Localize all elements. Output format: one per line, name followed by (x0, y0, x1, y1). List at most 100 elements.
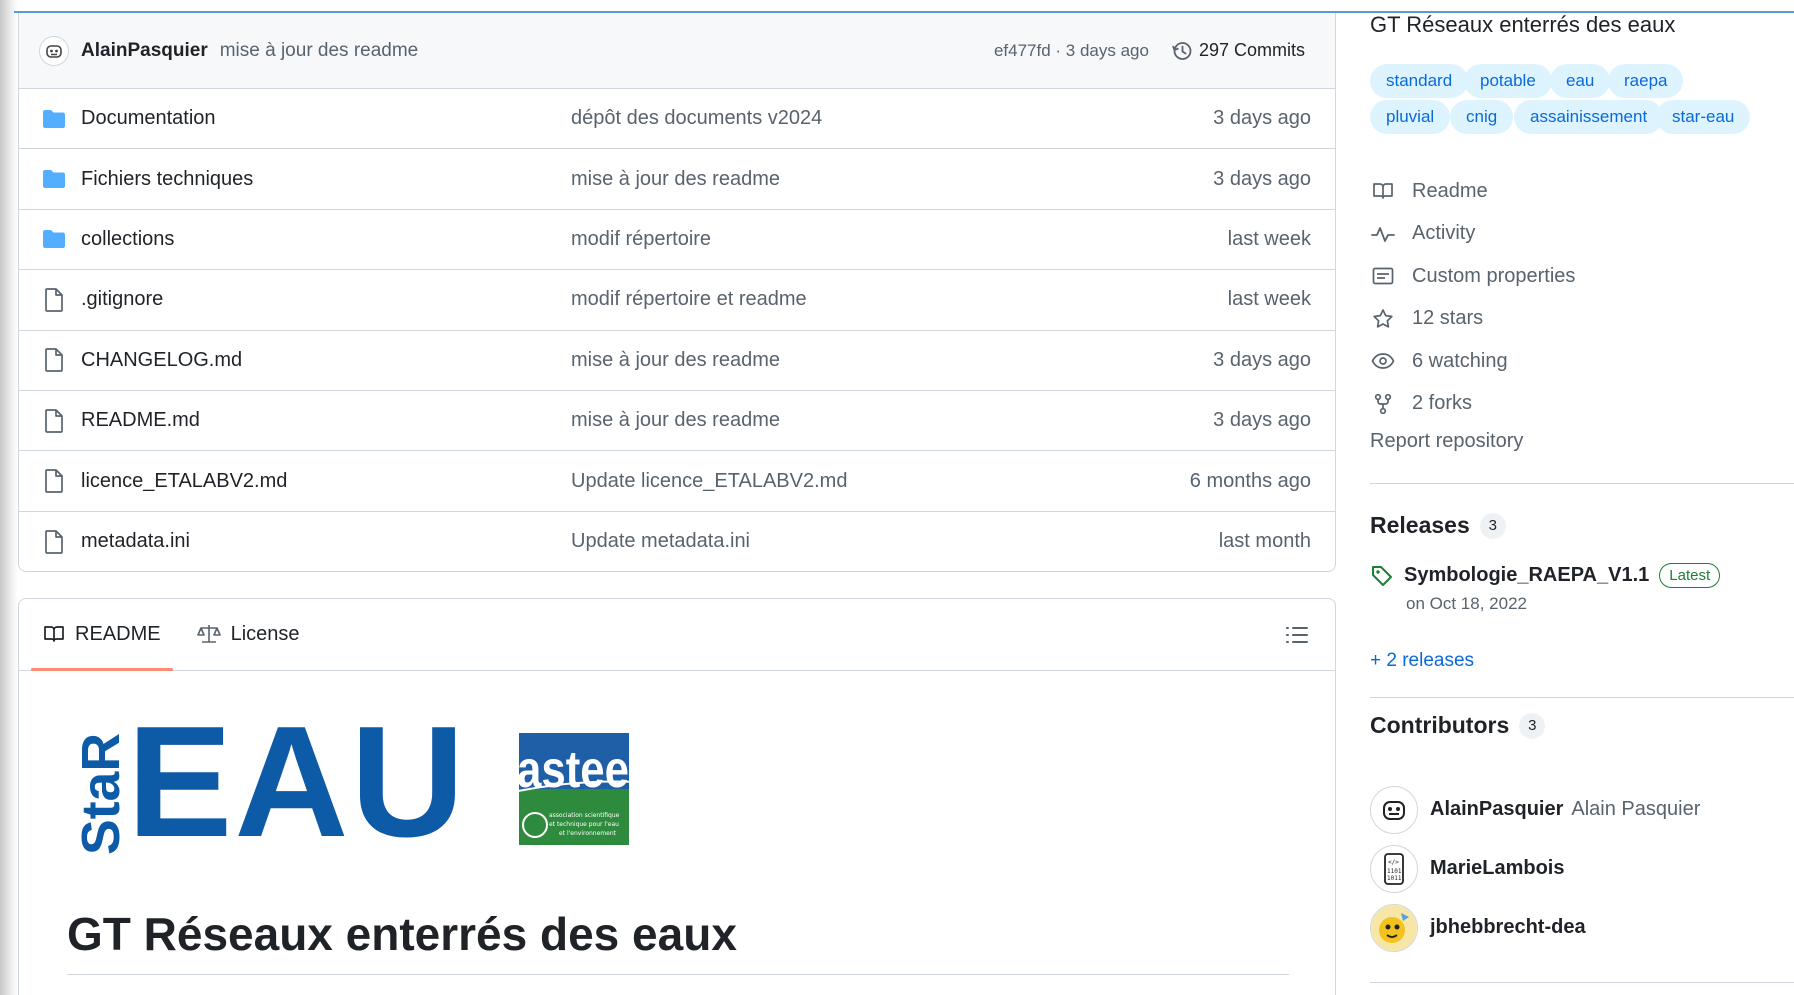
release-date: on Oct 18, 2022 (1406, 594, 1527, 613)
readme-heading: GT Réseaux enterrés des eaux (67, 908, 737, 960)
file-row[interactable]: .gitignore modif répertoire et readme last… (19, 270, 1335, 331)
file-name-link[interactable]: licence_ETALABV2.md (81, 470, 571, 493)
file-name-link[interactable]: Fichiers techniques (81, 168, 571, 191)
sidebar-eye-link[interactable]: 6 watching (1370, 340, 1575, 383)
scale-icon (196, 625, 221, 643)
file-commit-message[interactable]: mise à jour des readme (571, 168, 1213, 191)
file-row[interactable]: licence_ETALABV2.md Update licence_ETALAB… (19, 451, 1335, 512)
tag-icon (1372, 565, 1392, 586)
book-icon (1370, 178, 1396, 204)
topic-tag[interactable]: standard (1370, 64, 1469, 98)
latest-commit-bar: AlainPasquier mise à jour des readme ef4… (19, 13, 1335, 89)
sidebar-divider (1370, 982, 1794, 983)
file-name-link[interactable]: .gitignore (81, 288, 571, 311)
avatar[interactable] (1370, 785, 1418, 834)
file-name-link[interactable]: Documentation (81, 107, 571, 130)
file-name-link[interactable]: README.md (81, 409, 571, 432)
tab-readme[interactable]: README (31, 599, 173, 671)
eye-icon (1370, 348, 1396, 374)
contributor-login[interactable]: MarieLambois (1430, 857, 1564, 880)
sidebar-divider (1370, 483, 1794, 484)
repo-meta-list: Readme Activity Custom properties 12 stars 6… (1370, 170, 1575, 425)
contributors-header[interactable]: Contributors 3 (1370, 712, 1546, 739)
commit-author-link[interactable]: AlainPasquier (81, 40, 208, 62)
contributor-name: Alain Pasquier (1571, 798, 1701, 820)
report-repository-link[interactable]: Report repository (1370, 430, 1523, 453)
latest-release[interactable]: Symbologie_RAEPA_V1.1 Latest on Oct 18, … (1370, 563, 1794, 614)
sidebar-meta-label: Activity (1412, 222, 1476, 245)
releases-header[interactable]: Releases 3 (1370, 512, 1506, 539)
sidebar-star-link[interactable]: 12 stars (1370, 298, 1575, 341)
sidebar-book-link[interactable]: Readme (1370, 170, 1575, 213)
topic-tag[interactable]: star-eau (1656, 100, 1751, 134)
file-name-link[interactable]: collections (81, 228, 571, 251)
avatar[interactable]: </> 1101 1011 (1370, 844, 1418, 893)
svg-text:1101: 1101 (1387, 868, 1402, 875)
commit-hash-date[interactable]: ef477fd · 3 days ago (994, 41, 1149, 61)
pulse-icon (1370, 221, 1396, 247)
contributor-row[interactable]: AlainPasquier Alain Pasquier (1370, 780, 1700, 839)
topic-tag[interactable]: pluvial (1370, 100, 1451, 134)
file-commit-message[interactable]: dépôt des documents v2024 (571, 107, 1213, 130)
releases-count: 3 (1479, 512, 1506, 539)
file-row[interactable]: CHANGELOG.md mise à jour des readme 3 days… (19, 331, 1335, 391)
commits-history-link[interactable]: 297 Commits (1171, 40, 1305, 62)
file-name-link[interactable]: CHANGELOG.md (81, 349, 571, 372)
avatar[interactable] (1370, 903, 1418, 952)
list-icon (1286, 627, 1308, 643)
releases-title: Releases (1370, 512, 1470, 538)
contributor-login[interactable]: AlainPasquier (1430, 798, 1563, 821)
heading-rule (67, 974, 1289, 975)
repo-sidebar: GT Réseaux enterrés des eaux standard pot… (1370, 0, 1794, 995)
fork-icon (1370, 391, 1396, 417)
file-commit-date: 3 days ago (1213, 348, 1311, 371)
commits-count-label: 297 Commits (1198, 40, 1305, 60)
file-list: Documentation dépôt des documents v2024 3 … (19, 89, 1335, 571)
file-commit-date: last month (1218, 530, 1311, 553)
topic-tag[interactable]: eau (1550, 64, 1611, 98)
file-commit-message[interactable]: Update licence_ETALABV2.md (571, 470, 1190, 493)
sidebar-note-link[interactable]: Custom properties (1370, 255, 1575, 298)
file-row[interactable]: Fichiers techniques mise à jour des readm… (19, 149, 1335, 210)
tab-license-label: License (230, 622, 300, 645)
file-name-link[interactable]: metadata.ini (81, 530, 571, 553)
contributor-row[interactable]: jbhebbrecht-dea (1370, 898, 1700, 957)
topic-tag[interactable]: raepa (1608, 64, 1684, 98)
book-icon (44, 626, 64, 642)
file-icon (41, 529, 67, 555)
history-icon (1172, 41, 1192, 60)
topic-tag[interactable]: potable (1464, 64, 1552, 98)
file-commit-message[interactable]: mise à jour des readme (571, 409, 1213, 432)
author-avatar[interactable] (39, 35, 69, 66)
file-row[interactable]: Documentation dépôt des documents v2024 3 … (19, 89, 1335, 150)
topic-tag[interactable]: cnig (1450, 100, 1514, 134)
contributors-title: Contributors (1370, 712, 1510, 738)
more-releases-link[interactable]: + 2 releases (1370, 650, 1474, 672)
commit-message-link[interactable]: mise à jour des readme (220, 40, 994, 62)
table-of-contents-button[interactable] (1283, 621, 1311, 649)
star-icon (1370, 306, 1396, 332)
file-icon (41, 408, 67, 434)
file-row[interactable]: metadata.ini Update metadata.ini last mont… (19, 512, 1335, 571)
file-row[interactable]: README.md mise à jour des readme 3 days ag… (19, 391, 1335, 452)
file-commit-message[interactable]: modif répertoire (571, 228, 1228, 251)
topic-tag[interactable]: assainissement (1514, 100, 1664, 134)
file-commit-date: 3 days ago (1213, 409, 1311, 432)
tab-license[interactable]: License (185, 599, 312, 670)
star-vertical-logo: StaR (71, 733, 129, 855)
note-icon (1370, 263, 1396, 289)
file-commit-message[interactable]: Update metadata.ini (571, 530, 1219, 553)
file-icon (41, 287, 67, 313)
sidebar-meta-label: Readme (1412, 179, 1488, 202)
file-row[interactable]: collections modif répertoire last week (19, 210, 1335, 271)
contributor-row[interactable]: </> 1101 1011 MarieLambois (1370, 839, 1700, 898)
contributor-login[interactable]: jbhebbrecht-dea (1430, 916, 1586, 939)
svg-text:association scientifique: association scientifique (549, 812, 620, 819)
release-name: Symbologie_RAEPA_V1.1 (1404, 564, 1650, 586)
tab-readme-label: README (75, 622, 161, 645)
file-browser: AlainPasquier mise à jour des readme ef4… (18, 13, 1336, 572)
file-commit-message[interactable]: modif répertoire et readme (571, 288, 1228, 311)
sidebar-pulse-link[interactable]: Activity (1370, 213, 1575, 256)
file-commit-message[interactable]: mise à jour des readme (571, 349, 1213, 372)
sidebar-fork-link[interactable]: 2 forks (1370, 383, 1575, 426)
